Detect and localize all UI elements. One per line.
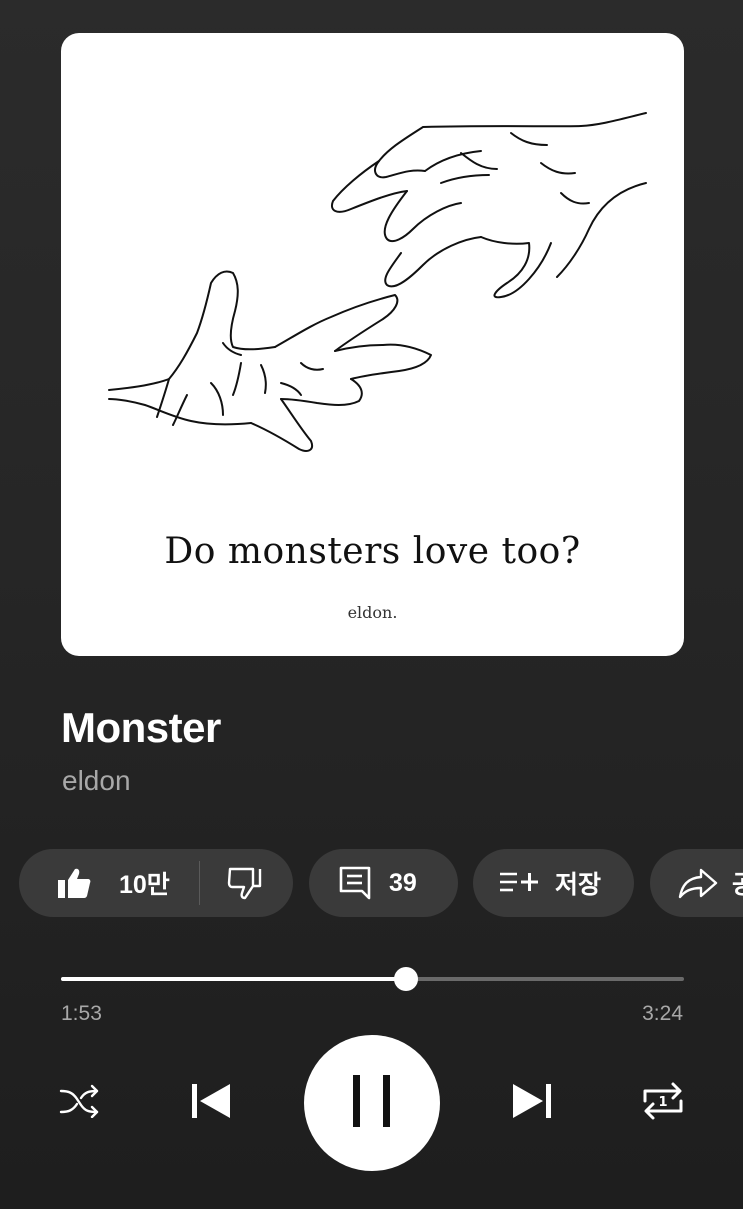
share-label: 공 — [732, 865, 743, 901]
album-caption: Do monsters love too? — [164, 531, 581, 572]
time-elapsed: 1:53 — [61, 1002, 102, 1025]
like-divider — [199, 861, 200, 905]
playlist-add-icon — [499, 870, 539, 896]
comments-button[interactable]: 39 — [309, 849, 458, 917]
save-label: 저장 — [555, 871, 602, 899]
dislike-button[interactable] — [227, 863, 263, 903]
share-button[interactable]: 공 — [650, 849, 743, 917]
song-title: Monster — [61, 704, 221, 751]
save-button[interactable]: 저장 — [473, 849, 634, 917]
like-dislike-pill: 10만 — [19, 849, 293, 917]
progress-bar[interactable] — [61, 967, 684, 991]
next-button[interactable] — [507, 1079, 559, 1127]
share-icon — [678, 867, 718, 899]
skip-next-icon — [511, 1082, 555, 1125]
progress-fill — [61, 977, 407, 981]
shuffle-button[interactable] — [56, 1081, 104, 1125]
skip-previous-icon — [188, 1082, 232, 1125]
thumbs-down-icon — [227, 866, 263, 900]
comment-count: 39 — [389, 868, 417, 897]
album-art: Do monsters love too? eldon. — [61, 33, 684, 656]
thumbs-up-icon — [57, 867, 91, 899]
pause-icon — [351, 1074, 393, 1133]
time-total: 3:24 — [642, 1002, 683, 1025]
repeat-one-icon: 1 — [641, 1081, 685, 1126]
like-count: 10만 — [119, 871, 170, 899]
song-artist[interactable]: eldon — [62, 765, 131, 797]
comment-icon — [339, 866, 371, 900]
like-button[interactable]: 10만 — [57, 863, 170, 903]
repeat-button[interactable]: 1 — [638, 1080, 688, 1126]
progress-thumb[interactable] — [394, 967, 419, 991]
previous-button[interactable] — [184, 1079, 236, 1127]
svg-text:1: 1 — [658, 1095, 667, 1110]
action-bar: 10만 39 저장 — [19, 849, 743, 917]
shuffle-icon — [59, 1084, 101, 1123]
pause-button[interactable] — [304, 1035, 440, 1171]
album-artist-signature: eldon. — [347, 603, 398, 622]
